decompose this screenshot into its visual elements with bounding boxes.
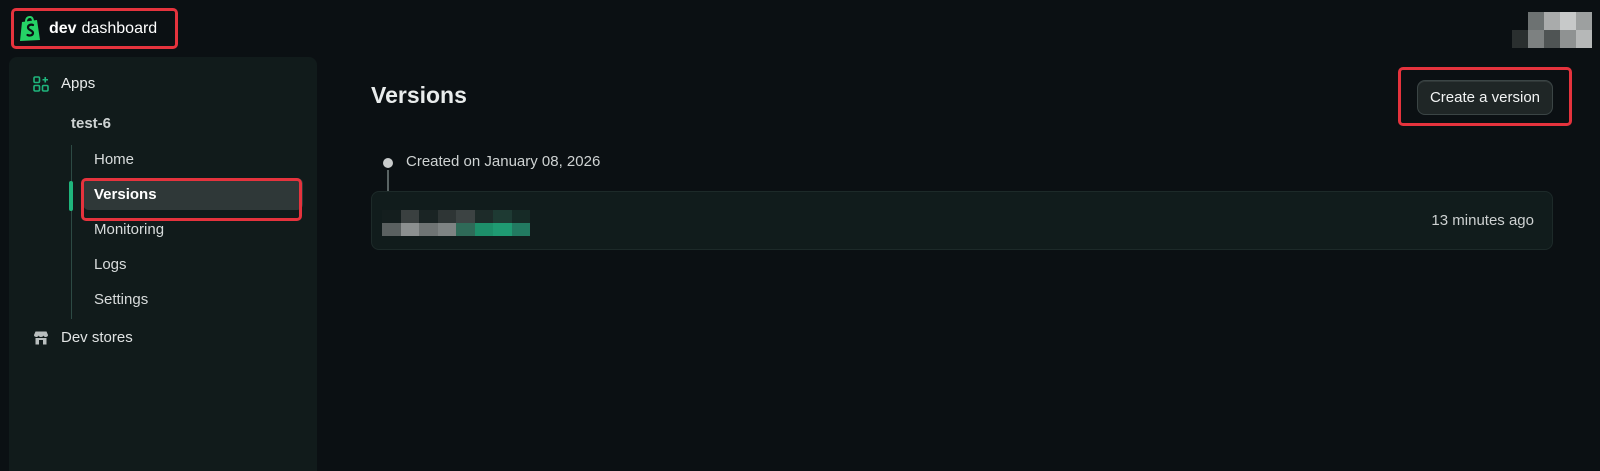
version-card[interactable]: 13 minutes ago <box>371 191 1553 250</box>
brand-dashboard: dashboard <box>81 20 158 37</box>
brand-link[interactable]: dev dashboard <box>14 9 180 49</box>
create-version-button[interactable]: Create a version <box>1417 80 1553 115</box>
active-indicator <box>69 181 73 211</box>
subnav-line <box>71 145 72 319</box>
timeline-line <box>387 170 389 192</box>
brand-dev: dev <box>49 20 77 37</box>
sidebar-item-monitoring[interactable]: Monitoring <box>83 213 303 245</box>
avatar[interactable] <box>1512 12 1592 48</box>
app-name[interactable]: test-6 <box>71 115 111 132</box>
version-name-redacted[interactable] <box>382 210 530 236</box>
sidebar-item-label: Apps <box>61 75 96 92</box>
sidebar-item-versions[interactable]: Versions <box>83 178 303 210</box>
sidebar: Apps test-6 Home Versions Monitoring Log… <box>9 57 317 471</box>
sidebar-item-dev-stores[interactable]: Dev stores <box>33 329 133 346</box>
sidebar-item-label: Dev stores <box>61 329 133 346</box>
sidebar-item-home[interactable]: Home <box>83 143 303 175</box>
shopify-bag-icon <box>20 16 40 41</box>
apps-grid-plus-icon <box>33 75 49 92</box>
storefront-icon <box>34 331 48 344</box>
version-timestamp: 13 minutes ago <box>1431 212 1534 229</box>
created-date: Created on January 08, 2026 <box>406 153 601 170</box>
top-bar: dev dashboard <box>0 0 1600 52</box>
sidebar-item-apps[interactable]: Apps <box>33 75 95 92</box>
page-title: Versions <box>371 82 467 108</box>
sidebar-item-settings[interactable]: Settings <box>83 283 303 315</box>
timeline-dot <box>383 158 393 168</box>
sidebar-item-logs[interactable]: Logs <box>83 248 303 280</box>
